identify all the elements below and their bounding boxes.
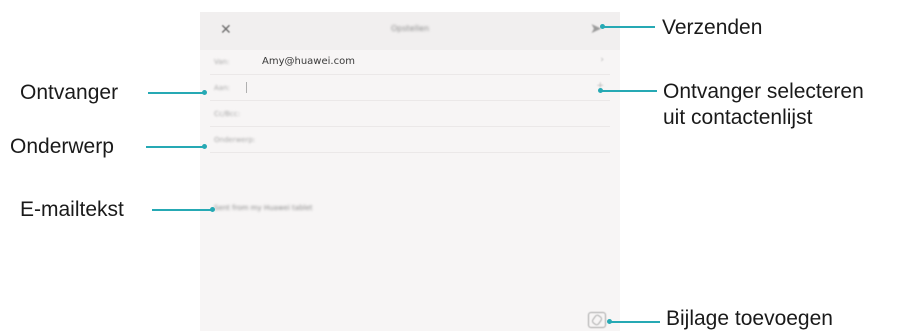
from-row: Van: Amy@huawei.com ›	[210, 50, 610, 75]
subject-callout-dot	[202, 144, 207, 149]
subject-label: Onderwerp:	[214, 136, 256, 144]
select-recipient-callout-label: Ontvanger selecteren uit contactenlijst	[663, 79, 864, 131]
body-callout-label: E-mailtekst	[20, 198, 124, 221]
cc-bcc-label: Cc/Bcc:	[214, 110, 240, 118]
select-recipient-callout-line	[601, 90, 657, 92]
recipient-callout-line	[148, 92, 204, 94]
recipient-callout-label: Ontvanger	[20, 81, 119, 104]
compose-title: Opstellen	[390, 24, 430, 33]
recipient-callout-dot	[202, 90, 207, 95]
send-callout-label: Verzenden	[662, 16, 763, 39]
from-value: Amy@huawei.com	[262, 56, 355, 67]
from-label: Van:	[214, 58, 230, 66]
from-chevron-icon[interactable]: ›	[600, 55, 604, 65]
body-callout-line	[152, 209, 212, 211]
attachment-icon[interactable]	[588, 312, 606, 328]
select-recipient-callout-line2: uit contactenlijst	[663, 106, 813, 129]
text-cursor	[246, 82, 247, 93]
subject-callout-label: Onderwerp	[10, 135, 114, 158]
to-row[interactable]: Aan: +	[210, 76, 610, 101]
to-label: Aan:	[214, 84, 230, 92]
send-callout-line	[603, 26, 655, 28]
compose-toolbar: ✕ Opstellen ➤	[200, 12, 620, 50]
attachment-callout-label: Bijlage toevoegen	[666, 307, 833, 330]
send-icon[interactable]: ➤	[590, 21, 602, 37]
subject-callout-line	[146, 146, 204, 148]
subject-row[interactable]: Onderwerp:	[210, 128, 610, 153]
attachment-callout-line	[610, 321, 660, 323]
body-callout-dot	[210, 207, 215, 212]
email-body[interactable]: Sent from my Huawei tablet	[214, 204, 313, 212]
email-compose-screen: ✕ Opstellen ➤ Van: Amy@huawei.com › Aan:…	[200, 12, 620, 331]
cc-bcc-row[interactable]: Cc/Bcc:	[210, 102, 610, 127]
select-recipient-callout-line1: Ontvanger selecteren	[663, 80, 864, 103]
